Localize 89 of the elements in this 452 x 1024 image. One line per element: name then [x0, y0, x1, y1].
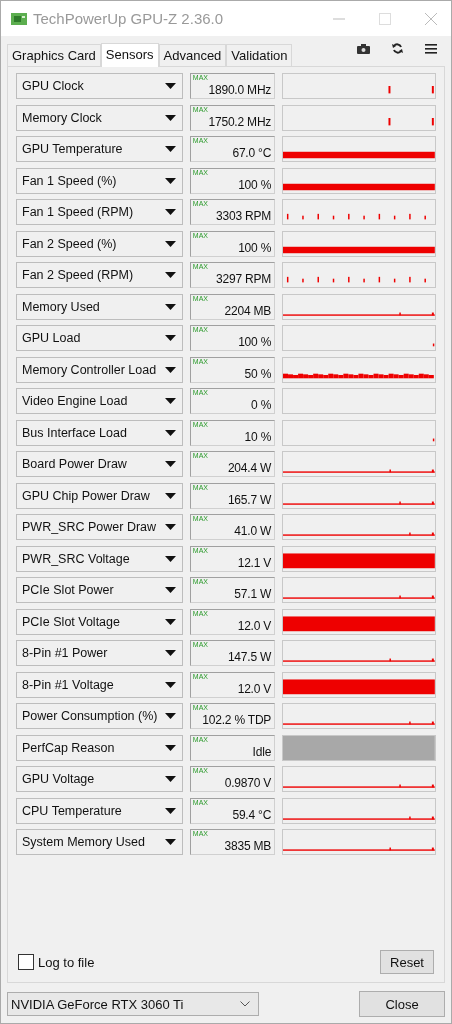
- sensor-value: 100 %: [238, 176, 272, 192]
- sensor-dropdown[interactable]: Memory Controller Load: [16, 356, 183, 383]
- sensor-dropdown[interactable]: Fan 1 Speed (%): [16, 167, 183, 194]
- caret-icon: [164, 618, 176, 625]
- checkbox[interactable]: [18, 954, 34, 970]
- sensor-value: 12.0 V: [237, 680, 272, 696]
- sensor-dropdown[interactable]: PerfCap Reason: [16, 734, 183, 761]
- sensor-value: 1750.2 MHz: [208, 113, 272, 129]
- sensor-dropdown[interactable]: GPU Chip Power Draw: [16, 482, 183, 509]
- sensor-dropdown[interactable]: System Memory Used: [16, 829, 183, 855]
- app-icon: [11, 11, 27, 26]
- caret-icon: [164, 713, 176, 719]
- caret-icon: [164, 650, 176, 656]
- sensor-value: 3303 RPM: [216, 208, 272, 223]
- sensor-value: 1890.0 MHz: [208, 82, 272, 97]
- sensor-value: 204.4 W: [227, 460, 272, 475]
- sensor-dropdown[interactable]: Fan 2 Speed (%): [16, 230, 183, 257]
- caret-icon: [164, 776, 176, 782]
- caret-icon: [164, 461, 176, 467]
- sensor-value: 10 %: [244, 428, 272, 444]
- caret-icon: [164, 429, 176, 436]
- checkbox-label: Log to file: [38, 954, 95, 970]
- sensor-dropdown[interactable]: 8-Pin #1 Voltage: [16, 671, 183, 698]
- sensor-dropdown[interactable]: Fan 1 Speed (RPM): [16, 199, 183, 225]
- sensor-value: 3835 MB: [224, 838, 272, 853]
- chevron-icon: [240, 1001, 250, 1007]
- tab[interactable]: Validation: [226, 44, 293, 66]
- caret-icon: [164, 83, 176, 89]
- sensor-dropdown[interactable]: GPU Clock: [16, 73, 183, 99]
- caret-icon: [164, 209, 176, 215]
- sensor-dropdown[interactable]: PCIe Slot Voltage: [16, 608, 183, 635]
- refresh-icon[interactable]: [392, 43, 403, 54]
- caret-icon: [164, 303, 176, 310]
- window-title: TechPowerUp GPU-Z 2.36.0: [33, 10, 224, 27]
- tab[interactable]: Sensors: [100, 43, 159, 67]
- sensor-value: 67.0 °C: [232, 145, 272, 160]
- caret-icon: [164, 555, 176, 562]
- caret-icon: [164, 177, 176, 184]
- sensor-value: 147.5 W: [227, 649, 272, 664]
- sensor-dropdown[interactable]: Bus Interface Load: [16, 419, 183, 446]
- sensor-value: 2204 MB: [224, 302, 272, 318]
- caret-icon: [164, 240, 176, 247]
- sensor-value: 3297 RPM: [216, 271, 272, 286]
- caret-icon: [164, 335, 176, 341]
- sensor-value: 12.1 V: [237, 554, 272, 570]
- sensor-dropdown[interactable]: Video Engine Load: [16, 388, 183, 414]
- close-button[interactable]: Close: [359, 991, 445, 1017]
- sensor-dropdown[interactable]: PWR_SRC Voltage: [16, 545, 183, 572]
- reset-button[interactable]: Reset: [380, 950, 434, 974]
- sensor-dropdown[interactable]: PWR_SRC Power Draw: [16, 514, 183, 540]
- sensor-dropdown[interactable]: Power Consumption (%): [16, 703, 183, 729]
- sensor-dropdown[interactable]: Memory Used: [16, 293, 183, 320]
- caret-icon: [164, 839, 176, 845]
- caret-icon: [164, 744, 176, 751]
- sensor-dropdown[interactable]: GPU Voltage: [16, 766, 183, 792]
- tab[interactable]: Graphics Card: [7, 44, 101, 66]
- sensor-dropdown[interactable]: Memory Clock: [16, 104, 183, 131]
- caret-icon: [164, 681, 176, 688]
- sensor-dropdown[interactable]: 8-Pin #1 Power: [16, 640, 183, 666]
- caret-icon: [164, 492, 176, 499]
- sensor-dropdown[interactable]: PCIe Slot Power: [16, 577, 183, 603]
- caret-icon: [164, 398, 176, 404]
- sensor-value: 50 %: [244, 365, 272, 381]
- menu-icon[interactable]: [425, 44, 437, 54]
- caret-icon: [164, 114, 176, 121]
- caret-icon: [164, 146, 176, 152]
- sensor-dropdown[interactable]: GPU Temperature: [16, 136, 183, 162]
- sensor-value: 100 %: [238, 334, 272, 349]
- caret-icon: [164, 524, 176, 530]
- sensor-value: 12.0 V: [237, 617, 272, 633]
- tab[interactable]: Advanced: [158, 44, 227, 66]
- sensor-value: Idle: [252, 743, 272, 759]
- sensor-value: 41.0 W: [234, 523, 272, 538]
- sensor-value: 57.1 W: [234, 586, 272, 601]
- caret-icon: [164, 366, 176, 373]
- sensor-dropdown[interactable]: GPU Load: [16, 325, 183, 351]
- camera-icon[interactable]: [357, 44, 370, 54]
- device-dropdown[interactable]: NVIDIA GeForce RTX 3060 Ti: [7, 992, 259, 1016]
- sensor-dropdown[interactable]: Board Power Draw: [16, 451, 183, 477]
- sensor-value: 100 %: [238, 239, 272, 255]
- sensor-value: 165.7 W: [227, 491, 272, 507]
- sensor-dropdown[interactable]: Fan 2 Speed (RPM): [16, 262, 183, 288]
- sensor-dropdown[interactable]: CPU Temperature: [16, 797, 183, 824]
- caret-icon: [164, 587, 176, 593]
- sensor-value: 59.4 °C: [232, 806, 272, 822]
- sensor-value: 0.9870 V: [224, 775, 272, 790]
- sensor-value: 0 %: [251, 397, 272, 412]
- caret-icon: [164, 272, 176, 278]
- caret-icon: [164, 807, 176, 814]
